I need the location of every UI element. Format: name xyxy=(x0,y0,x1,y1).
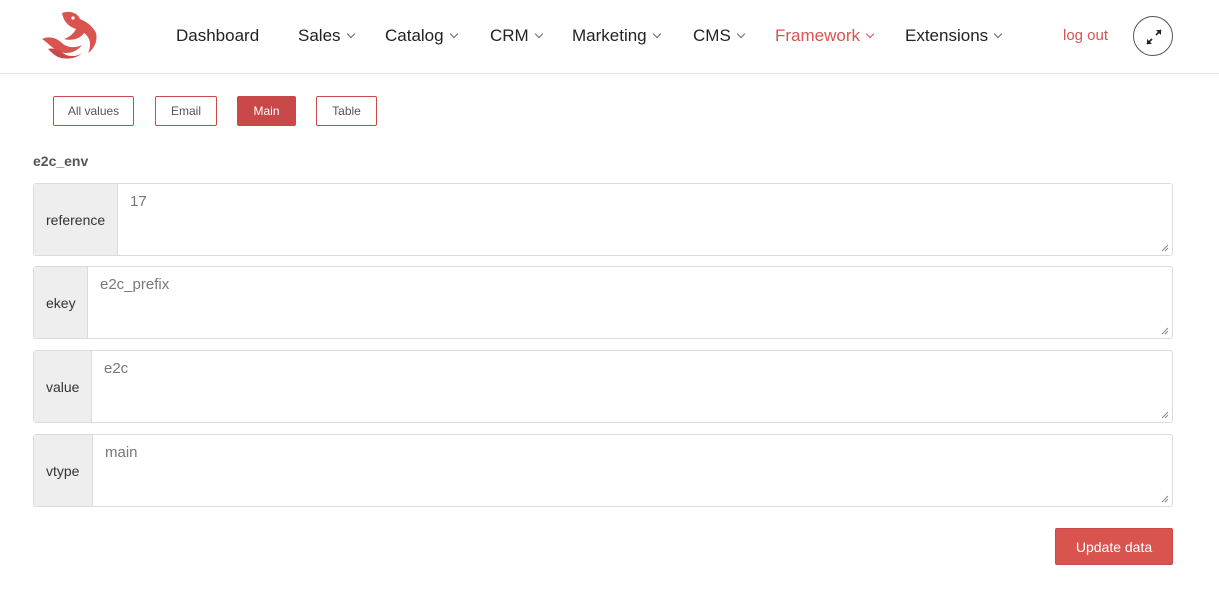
field-label: value xyxy=(34,351,92,422)
tab-all-values[interactable]: All values xyxy=(53,96,134,126)
nav-sales[interactable]: Sales xyxy=(298,25,355,47)
nav-label: Extensions xyxy=(905,26,989,45)
tab-table[interactable]: Table xyxy=(316,96,377,126)
nav-label: CMS xyxy=(693,26,731,45)
resize-grip-icon[interactable] xyxy=(1161,495,1169,503)
field-label: reference xyxy=(34,184,118,255)
resize-grip-icon[interactable] xyxy=(1161,327,1169,335)
nav-catalog[interactable]: Catalog xyxy=(385,25,458,47)
logout-link[interactable]: log out xyxy=(1063,27,1108,44)
chevron-down-icon xyxy=(652,29,661,39)
field-label: vtype xyxy=(34,435,93,506)
vtype-input[interactable]: main xyxy=(93,435,1172,506)
nav-label: Marketing xyxy=(572,26,647,45)
field-value: value e2c xyxy=(33,350,1173,423)
chevron-down-icon xyxy=(449,29,458,39)
nav-label: Framework xyxy=(775,26,861,45)
chevron-down-icon xyxy=(865,29,875,39)
nav-label: Sales xyxy=(298,26,341,45)
field-ekey: ekey e2c_prefix xyxy=(33,266,1173,339)
update-data-button[interactable]: Update data xyxy=(1055,528,1173,565)
nav-cms[interactable]: CMS xyxy=(693,25,746,47)
nav-marketing[interactable]: Marketing xyxy=(572,25,661,47)
tab-email[interactable]: Email xyxy=(155,96,217,126)
nav-dashboard[interactable]: Dashboard xyxy=(176,25,259,47)
section-title: e2c_env xyxy=(33,153,89,169)
field-reference: reference 17 xyxy=(33,183,1173,256)
nav-label: CRM xyxy=(490,26,529,45)
value-input[interactable]: e2c xyxy=(92,351,1172,422)
nav-extensions[interactable]: Extensions xyxy=(905,25,1003,47)
field-vtype: vtype main xyxy=(33,434,1173,507)
nav-crm[interactable]: CRM xyxy=(490,25,543,47)
nav-framework[interactable]: Framework xyxy=(775,25,875,47)
reference-input[interactable]: 17 xyxy=(118,184,1172,255)
nav-label: Dashboard xyxy=(176,26,260,45)
top-navbar: Dashboard Sales Catalog CRM Marketing CM… xyxy=(0,0,1219,74)
fullscreen-button[interactable] xyxy=(1133,16,1173,56)
resize-grip-icon[interactable] xyxy=(1161,411,1169,419)
fish-logo-icon[interactable] xyxy=(40,9,100,59)
chevron-down-icon xyxy=(534,29,543,39)
tab-main[interactable]: Main xyxy=(237,96,296,126)
ekey-input[interactable]: e2c_prefix xyxy=(88,267,1172,338)
field-label: ekey xyxy=(34,267,88,338)
chevron-down-icon xyxy=(736,29,746,39)
chevron-down-icon xyxy=(993,29,1003,39)
nav-label: Catalog xyxy=(385,26,444,45)
expand-arrows-icon xyxy=(1146,29,1162,45)
resize-grip-icon[interactable] xyxy=(1161,244,1169,252)
chevron-down-icon xyxy=(346,29,355,39)
